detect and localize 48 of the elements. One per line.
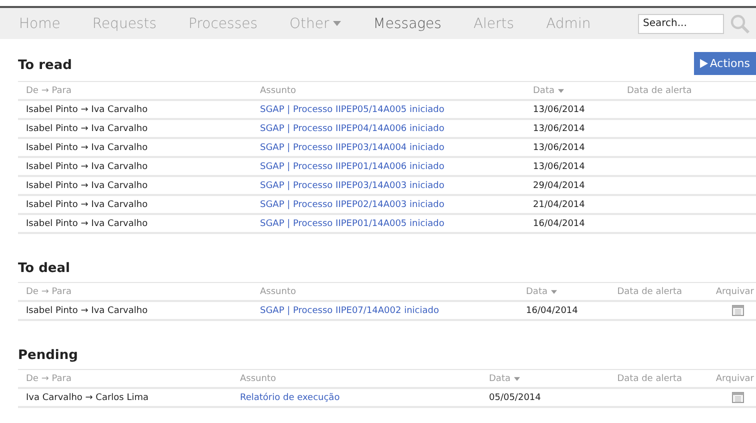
sender-recipient: Iva Carvalho → Carlos Lima [26, 392, 150, 402]
search-field[interactable]: Search... [638, 14, 724, 34]
date-cell-text: 13/06/2014 [533, 124, 586, 134]
date-cell-text: 16/04/2014 [526, 306, 579, 316]
column-header: De → Para [26, 286, 72, 296]
column-header: De → Para [26, 86, 72, 96]
column-header: Arquivar [714, 374, 755, 384]
column-header: Arquivar [714, 286, 755, 296]
column-header: Data de alerta [616, 286, 683, 296]
sender-recipient: Isabel Pinto → Iva Carvalho [26, 180, 149, 190]
date-cell-text: 13/06/2014 [533, 142, 586, 152]
section-title: To deal [18, 260, 70, 276]
subject-link[interactable]: SGAP | Processo IIPEP05/14A005 iniciado [260, 104, 444, 114]
column-header: Assunto [260, 286, 297, 296]
archive-icon[interactable] [732, 392, 744, 403]
date-cell-text: 05/05/2014 [489, 392, 542, 402]
sender-recipient: Isabel Pinto → Iva Carvalho [26, 218, 149, 228]
sender-recipient: Isabel Pinto → Iva Carvalho [26, 306, 149, 316]
section-title: To read [18, 56, 72, 72]
column-header: Data de alerta [616, 374, 683, 384]
column-header: Data de alerta [627, 86, 693, 96]
section-title: Pending [18, 346, 78, 362]
subject-link[interactable]: SGAP | Processo IIPEP03/14A004 iniciado [260, 142, 444, 152]
play-icon [700, 58, 708, 68]
date-cell-text: 16/04/2014 [533, 218, 586, 228]
date-cell-text: 29/04/2014 [533, 180, 586, 190]
nav-tab[interactable]: Messages [373, 16, 442, 32]
subject-link[interactable]: Relatório de execução [240, 392, 340, 402]
subject-link[interactable]: SGAP | Processo IIPEP01/14A005 iniciado [260, 218, 444, 228]
column-header: Assunto [260, 86, 297, 96]
sender-recipient: Isabel Pinto → Iva Carvalho [26, 142, 149, 152]
archive-icon[interactable] [732, 305, 744, 316]
column-header: De → Para [26, 374, 72, 384]
sender-recipient: Isabel Pinto → Iva Carvalho [26, 162, 149, 172]
sender-recipient: Isabel Pinto → Iva Carvalho [26, 124, 149, 134]
subject-link[interactable]: SGAP | Processo IIPEP04/14A006 iniciado [260, 124, 444, 134]
search-icon[interactable] [730, 14, 750, 34]
date-cell-text: 13/06/2014 [533, 162, 586, 172]
subject-link[interactable]: SGAP | Processo IIPE07/14A002 iniciado [260, 306, 439, 316]
actions-button[interactable]: Actions [694, 52, 756, 74]
subject-link[interactable]: SGAP | Processo IIPEP02/14A003 iniciado [260, 200, 444, 210]
sender-recipient: Isabel Pinto → Iva Carvalho [26, 104, 149, 114]
subject-link[interactable]: SGAP | Processo IIPEP01/14A006 iniciado [260, 162, 444, 172]
date-cell-text: 21/04/2014 [533, 200, 586, 210]
subject-link[interactable]: SGAP | Processo IIPEP03/14A003 iniciado [260, 180, 444, 190]
column-header: Assunto [240, 374, 277, 384]
sender-recipient: Isabel Pinto → Iva Carvalho [26, 200, 149, 210]
date-cell-text: 13/06/2014 [533, 104, 586, 114]
